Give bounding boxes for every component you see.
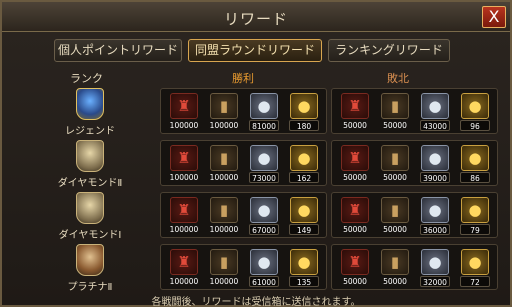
rank-cell: レジェンド	[54, 86, 126, 138]
silver-coin-icon: ●	[250, 93, 278, 119]
table-row: レジェンド ♜ 100000 ▮ 100000 ● 81000 ● 180 ♜ 50000…	[6, 86, 510, 138]
reward-item[interactable]: ● 39000	[418, 145, 452, 183]
reward-item[interactable]: ● 43000	[418, 93, 452, 131]
reward-window: リワード X 個人ポイントリワード 同盟ラウンドリワード ランキングリワード ラ…	[0, 0, 512, 307]
silver-coin-icon: ●	[250, 145, 278, 171]
silver-coin-icon: ●	[250, 249, 278, 275]
tab-alliance-round[interactable]: 同盟ラウンドリワード	[188, 39, 322, 62]
win-rewards: ♜ 100000 ▮ 100000 ● 73000 ● 162	[160, 140, 327, 186]
close-button[interactable]: X	[482, 6, 506, 28]
stone-resource-icon: ▮	[381, 249, 409, 275]
reward-item[interactable]: ♜ 100000	[167, 93, 201, 131]
rank-cell: ダイヤモンドⅡ	[54, 138, 126, 190]
lose-rewards: ♜ 50000 ▮ 50000 ● 39000 ● 86	[331, 140, 498, 186]
reward-item[interactable]: ● 135	[287, 249, 321, 287]
lose-column-header: 敗北	[387, 72, 409, 85]
reward-item[interactable]: ● 73000	[247, 145, 281, 183]
reward-item[interactable]: ● 67000	[247, 197, 281, 235]
reward-item[interactable]: ♜ 50000	[338, 145, 372, 183]
silver-coin-icon: ●	[421, 145, 449, 171]
lose-rewards: ♜ 50000 ▮ 50000 ● 32000 ● 72	[331, 244, 498, 290]
reward-item[interactable]: ♜ 100000	[167, 145, 201, 183]
platinum-emblem-icon	[76, 244, 104, 276]
tab-ranking[interactable]: ランキングリワード	[328, 39, 450, 62]
food-resource-icon: ♜	[170, 249, 198, 275]
gold-coin-icon: ●	[461, 197, 489, 223]
diamond-emblem-icon	[76, 140, 104, 172]
stone-resource-icon: ▮	[210, 197, 238, 223]
reward-item[interactable]: ● 86	[458, 145, 492, 183]
table-row: ダイヤモンドⅡ ♜ 100000 ▮ 100000 ● 73000 ● 162 ♜ 500…	[6, 138, 510, 190]
food-resource-icon: ♜	[341, 197, 369, 223]
reward-item[interactable]: ▮ 50000	[378, 249, 412, 287]
reward-item[interactable]: ♜ 50000	[338, 197, 372, 235]
food-resource-icon: ♜	[341, 93, 369, 119]
reward-item[interactable]: ▮ 100000	[207, 249, 241, 287]
diamond-emblem-icon	[76, 192, 104, 224]
reward-item[interactable]: ● 81000	[247, 93, 281, 131]
silver-coin-icon: ●	[421, 197, 449, 223]
food-resource-icon: ♜	[170, 197, 198, 223]
food-resource-icon: ♜	[341, 145, 369, 171]
reward-item[interactable]: ● 149	[287, 197, 321, 235]
reward-item[interactable]: ▮ 50000	[378, 197, 412, 235]
reward-item[interactable]: ♜ 100000	[167, 197, 201, 235]
reward-item[interactable]: ▮ 100000	[207, 93, 241, 131]
reward-item[interactable]: ● 162	[287, 145, 321, 183]
win-rewards: ♜ 100000 ▮ 100000 ● 67000 ● 149	[160, 192, 327, 238]
reward-item[interactable]: ♜ 100000	[167, 249, 201, 287]
win-column-header: 勝利	[232, 72, 254, 85]
table-row: プラチナⅡ ♜ 100000 ▮ 100000 ● 61000 ● 135 ♜ 50000…	[6, 242, 510, 294]
gold-coin-icon: ●	[461, 93, 489, 119]
rank-column-header: ランク	[70, 72, 103, 85]
win-rewards: ♜ 100000 ▮ 100000 ● 81000 ● 180	[160, 88, 327, 134]
rank-cell: プラチナⅡ	[54, 242, 126, 294]
reward-item[interactable]: ♜ 50000	[338, 249, 372, 287]
gold-coin-icon: ●	[290, 197, 318, 223]
window-title: リワード	[223, 10, 288, 28]
table-row: ダイヤモンドⅠ ♜ 100000 ▮ 100000 ● 67000 ● 149 ♜ 500…	[6, 190, 510, 242]
stone-resource-icon: ▮	[210, 249, 238, 275]
reward-item[interactable]: ▮ 50000	[378, 93, 412, 131]
reward-item[interactable]: ● 180	[287, 93, 321, 131]
legend-emblem-icon	[76, 88, 104, 120]
lose-rewards: ♜ 50000 ▮ 50000 ● 36000 ● 79	[331, 192, 498, 238]
rank-name: ダイヤモンドⅡ	[57, 178, 123, 189]
win-rewards: ♜ 100000 ▮ 100000 ● 61000 ● 135	[160, 244, 327, 290]
reward-item[interactable]: ▮ 100000	[207, 145, 241, 183]
gold-coin-icon: ●	[290, 93, 318, 119]
stone-resource-icon: ▮	[210, 93, 238, 119]
reward-item[interactable]: ● 79	[458, 197, 492, 235]
rank-name: レジェンド	[65, 126, 115, 137]
reward-item[interactable]: ● 61000	[247, 249, 281, 287]
stone-resource-icon: ▮	[210, 145, 238, 171]
reward-item[interactable]: ● 36000	[418, 197, 452, 235]
silver-coin-icon: ●	[421, 93, 449, 119]
reward-item[interactable]: ● 72	[458, 249, 492, 287]
food-resource-icon: ♜	[170, 145, 198, 171]
reward-item[interactable]: ▮ 50000	[378, 145, 412, 183]
lose-rewards: ♜ 50000 ▮ 50000 ● 43000 ● 96	[331, 88, 498, 134]
food-resource-icon: ♜	[341, 249, 369, 275]
reward-item[interactable]: ▮ 100000	[207, 197, 241, 235]
stone-resource-icon: ▮	[381, 197, 409, 223]
gold-coin-icon: ●	[461, 249, 489, 275]
reward-item[interactable]: ● 96	[458, 93, 492, 131]
rank-cell: ダイヤモンドⅠ	[54, 190, 126, 242]
stone-resource-icon: ▮	[381, 93, 409, 119]
footer-note: 各戦闘後、リワードは受信箱に送信されます。	[151, 297, 361, 307]
title-bar: リワード X	[2, 2, 510, 32]
rank-name: プラチナⅡ	[67, 282, 113, 293]
tab-personal-points[interactable]: 個人ポイントリワード	[54, 39, 182, 62]
reward-item[interactable]: ● 32000	[418, 249, 452, 287]
rank-name: ダイヤモンドⅠ	[58, 230, 122, 241]
stone-resource-icon: ▮	[381, 145, 409, 171]
silver-coin-icon: ●	[250, 197, 278, 223]
gold-coin-icon: ●	[290, 249, 318, 275]
reward-item[interactable]: ♜ 50000	[338, 93, 372, 131]
silver-coin-icon: ●	[421, 249, 449, 275]
food-resource-icon: ♜	[170, 93, 198, 119]
gold-coin-icon: ●	[461, 145, 489, 171]
gold-coin-icon: ●	[290, 145, 318, 171]
